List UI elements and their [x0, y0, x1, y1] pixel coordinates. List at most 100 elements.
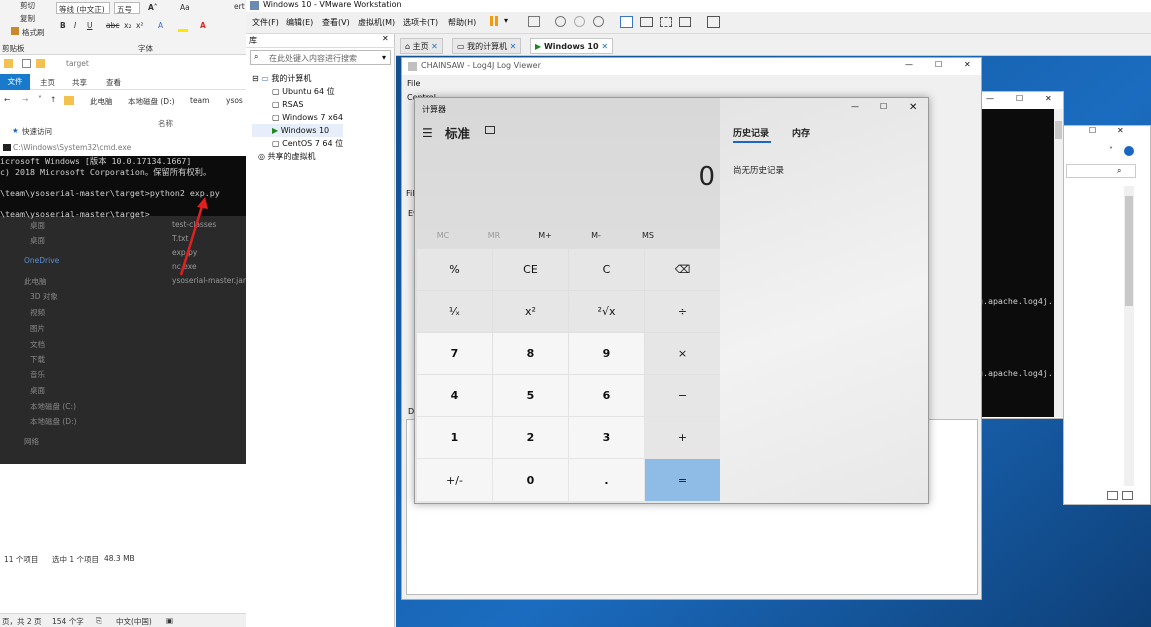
digit-6-button[interactable]: 6: [569, 375, 644, 416]
menu-help[interactable]: 帮助(H): [448, 17, 476, 28]
grow-font-icon[interactable]: A˄: [148, 3, 158, 12]
close-library-icon[interactable]: ✕: [382, 34, 389, 43]
unity-icon[interactable]: [679, 17, 691, 27]
digit-8-button[interactable]: 8: [493, 333, 568, 374]
breadcrumb-item[interactable]: 本地磁盘 (D:): [128, 96, 175, 107]
italic-icon[interactable]: I: [74, 21, 76, 30]
details-view-icon[interactable]: [1107, 491, 1118, 500]
plus-button[interactable]: +: [645, 417, 720, 458]
vm-item[interactable]: ▢ Ubuntu 64 位: [252, 85, 343, 98]
font-name-select[interactable]: 等线 (中文正): [56, 2, 110, 14]
tab-view[interactable]: 查看: [106, 77, 121, 88]
chainsaw-menu-file[interactable]: File: [407, 79, 420, 88]
subscript-icon[interactable]: x₂: [124, 21, 131, 30]
scrollbar[interactable]: [1054, 109, 1063, 417]
copy-button[interactable]: 复制: [20, 13, 35, 24]
close-icon[interactable]: ✕: [964, 60, 971, 69]
strikethrough-icon[interactable]: abc: [106, 21, 119, 30]
nav-item[interactable]: 图片: [30, 323, 45, 334]
font-color-icon[interactable]: A: [200, 21, 206, 30]
square-button[interactable]: x²: [493, 291, 568, 332]
chevron-down-icon[interactable]: ˅: [1109, 146, 1113, 155]
text-effects-icon[interactable]: A: [158, 21, 163, 30]
nav-item[interactable]: 桌面: [30, 235, 45, 246]
scrollbar[interactable]: [1124, 186, 1134, 486]
memory-recall-button[interactable]: MR: [474, 231, 514, 240]
digit-7-button[interactable]: 7: [417, 333, 492, 374]
clear-button[interactable]: C: [569, 249, 644, 290]
chevron-down-icon[interactable]: ▾: [382, 53, 386, 62]
nav-item[interactable]: 桌面: [30, 220, 45, 231]
reciprocal-button[interactable]: ¹⁄ₓ: [417, 291, 492, 332]
bold-icon[interactable]: B: [60, 21, 66, 30]
pause-icon[interactable]: [490, 16, 493, 26]
sqrt-button[interactable]: ²√x: [569, 291, 644, 332]
close-icon[interactable]: ✕: [909, 102, 917, 113]
hamburger-menu-icon[interactable]: ☰: [422, 126, 433, 140]
snapshot-manager-icon[interactable]: [593, 16, 604, 27]
close-icon[interactable]: ✕: [1045, 94, 1052, 103]
vm-item[interactable]: ▢ RSAS: [252, 98, 343, 111]
minimize-icon[interactable]: —: [851, 102, 859, 111]
close-tab-icon[interactable]: ✕: [431, 42, 438, 51]
menu-file[interactable]: 文件(F): [252, 17, 279, 28]
tab-home[interactable]: ⌂ 主页 ✕: [400, 38, 443, 54]
maximize-icon[interactable]: ☐: [1016, 94, 1023, 103]
memory-clear-button[interactable]: MC: [423, 231, 463, 240]
nav-item[interactable]: 3D 对象: [30, 291, 58, 302]
digit-3-button[interactable]: 3: [569, 417, 644, 458]
nav-item[interactable]: 本地磁盘 (C:): [30, 401, 76, 412]
revert-snapshot-icon[interactable]: [574, 16, 585, 27]
nav-item[interactable]: OneDrive: [24, 256, 59, 265]
highlight-icon[interactable]: [178, 22, 188, 32]
help-icon[interactable]: [1124, 146, 1134, 156]
digit-1-button[interactable]: 1: [417, 417, 492, 458]
nav-item[interactable]: 本地磁盘 (D:): [30, 416, 77, 427]
tab-history[interactable]: 历史记录: [733, 126, 769, 139]
address-bar[interactable]: ← → ˅ ↑ 此电脑 本地磁盘 (D:) team ysos: [0, 92, 246, 110]
breadcrumb-item[interactable]: team: [190, 96, 209, 105]
change-case-button[interactable]: Aa: [180, 3, 190, 12]
multiply-button[interactable]: ×: [645, 333, 720, 374]
negate-button[interactable]: +/-: [417, 459, 492, 501]
tab-file[interactable]: 文件: [0, 74, 30, 90]
memory-add-button[interactable]: M+: [525, 231, 565, 240]
percent-button[interactable]: %: [417, 249, 492, 290]
close-tab-icon[interactable]: ✕: [601, 42, 608, 51]
minus-button[interactable]: −: [645, 375, 720, 416]
forward-icon[interactable]: →: [22, 95, 28, 104]
vm-item[interactable]: ▢ Windows 7 x64: [252, 111, 343, 124]
underline-icon[interactable]: U: [87, 21, 93, 30]
tab-home[interactable]: 主页: [40, 77, 55, 88]
send-ctrl-alt-del-icon[interactable]: [528, 16, 540, 27]
format-painter-button[interactable]: 格式刷: [22, 27, 45, 38]
minimize-icon[interactable]: —: [986, 94, 994, 103]
divide-button[interactable]: ÷: [645, 291, 720, 332]
nav-item[interactable]: 音乐: [30, 369, 45, 380]
equals-button[interactable]: =: [645, 459, 720, 501]
breadcrumb-item[interactable]: ysos: [226, 96, 243, 105]
tab-share[interactable]: 共享: [72, 77, 87, 88]
clear-entry-button[interactable]: CE: [493, 249, 568, 290]
thumbnail-icon[interactable]: [640, 17, 653, 27]
nav-item[interactable]: 网络: [24, 436, 39, 447]
breadcrumb-item[interactable]: 此电脑: [90, 96, 113, 107]
menu-view[interactable]: 查看(V): [322, 17, 350, 28]
font-size-select[interactable]: 五号: [114, 2, 140, 14]
fullscreen-icon[interactable]: [660, 17, 672, 27]
memory-subtract-button[interactable]: M-: [576, 231, 616, 240]
backspace-button[interactable]: ⌫: [645, 249, 720, 290]
tab-my-computer[interactable]: ▭ 我的计算机 ✕: [452, 38, 522, 54]
digit-0-button[interactable]: 0: [493, 459, 568, 501]
large-icons-view-icon[interactable]: [1122, 491, 1133, 500]
digit-9-button[interactable]: 9: [569, 333, 644, 374]
keep-on-top-icon[interactable]: [485, 126, 495, 134]
vm-item[interactable]: ▢ CentOS 7 64 位: [252, 137, 343, 150]
close-icon[interactable]: ✕: [1117, 126, 1124, 135]
library-search-input[interactable]: ⌕ 在此处键入内容进行搜索 ▾: [250, 50, 391, 65]
digit-2-button[interactable]: 2: [493, 417, 568, 458]
quick-access-label[interactable]: 快速访问: [22, 126, 52, 137]
nav-item[interactable]: 桌面: [30, 385, 45, 396]
memory-store-button[interactable]: MS: [628, 231, 668, 240]
nav-item[interactable]: 下载: [30, 354, 45, 365]
